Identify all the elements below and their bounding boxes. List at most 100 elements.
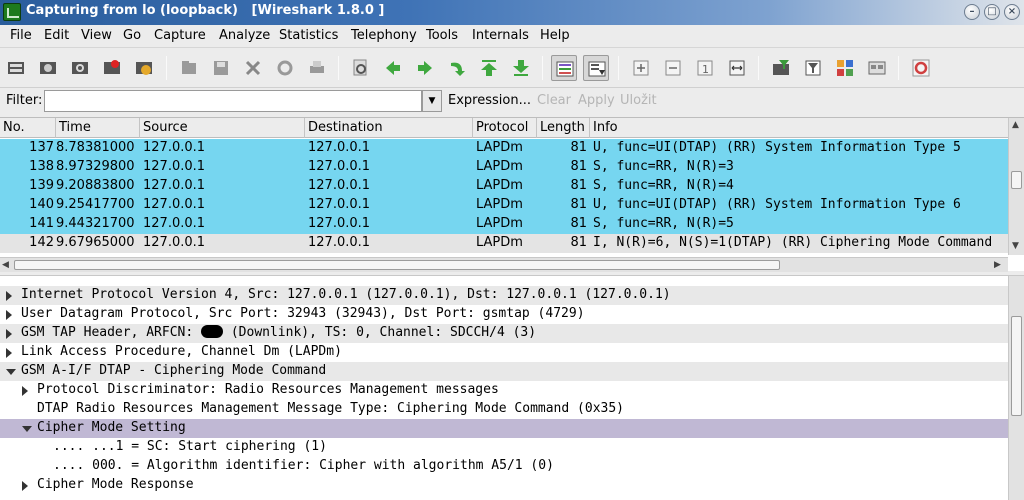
column-header-no[interactable]: No. xyxy=(0,118,56,138)
collapse-arrow-icon[interactable] xyxy=(6,369,16,375)
go-forward-button[interactable] xyxy=(412,55,438,81)
display-filters-button[interactable] xyxy=(800,55,826,81)
packet-cell-dst: 127.0.0.1 xyxy=(308,140,371,155)
packet-cell-len: 81 xyxy=(570,216,587,231)
packet-cell-info: U, func=UI(DTAP) (RR) System Information… xyxy=(593,140,961,155)
packet-row[interactable]: 137 8.78381000 127.0.0.1 127.0.0.1 LAPDm 81 U,… xyxy=(0,139,1008,158)
collapse-arrow-icon[interactable] xyxy=(22,426,32,432)
scroll-left-arrow-icon[interactable]: ◀ xyxy=(2,260,9,270)
menu-statistics[interactable]: Statistics xyxy=(279,28,338,43)
menu-capture[interactable]: Capture xyxy=(154,28,206,43)
save-filter-button[interactable]: Uložit xyxy=(620,93,657,108)
menu-view[interactable]: View xyxy=(81,28,112,43)
expand-arrow-icon[interactable] xyxy=(6,348,12,358)
go-first-button[interactable] xyxy=(476,55,502,81)
menu-help[interactable]: Help xyxy=(540,28,570,43)
print-icon xyxy=(310,61,324,73)
detail-tree-row[interactable]: User Datagram Protocol, Src Port: 32943 … xyxy=(0,305,1008,324)
find-packet-button[interactable] xyxy=(348,55,374,81)
interfaces-button[interactable] xyxy=(3,55,29,81)
open-file-button[interactable] xyxy=(176,55,202,81)
detail-tree-row[interactable]: .... ...1 = SC: Start ciphering (1) xyxy=(0,438,1008,457)
scroll-down-arrow-icon[interactable]: ▼ xyxy=(1012,241,1019,251)
close-button[interactable]: × xyxy=(1004,4,1020,20)
capture-filters-button[interactable] xyxy=(768,55,794,81)
details-vscrollbar[interactable] xyxy=(1008,276,1024,500)
menu-telephony[interactable]: Telephony xyxy=(351,28,417,43)
details-scroll-thumb[interactable] xyxy=(1011,316,1022,416)
auto-scroll-button[interactable] xyxy=(583,55,609,81)
detail-tree-row[interactable]: GSM A-I/F DTAP - Ciphering Mode Command xyxy=(0,362,1008,381)
close-file-button[interactable] xyxy=(240,55,266,81)
packet-cell-proto: LAPDm xyxy=(476,178,523,193)
detail-text: User Datagram Protocol, Src Port: 32943 … xyxy=(21,306,585,321)
capture-options-button[interactable] xyxy=(35,55,61,81)
menu-go[interactable]: Go xyxy=(123,28,141,43)
packet-cell-proto: LAPDm xyxy=(476,216,523,231)
detail-tree-row[interactable]: GSM TAP Header, ARFCN: (Downlink), TS: 0… xyxy=(0,324,1008,343)
menu-internals[interactable]: Internals xyxy=(472,28,529,43)
minimize-button[interactable]: – xyxy=(964,4,980,20)
hscroll-thumb[interactable] xyxy=(14,260,780,270)
detail-tree-row[interactable]: Protocol Discriminator: Radio Resources … xyxy=(0,381,1008,400)
restart-capture-button[interactable] xyxy=(131,55,157,81)
detail-tree-row[interactable]: Cipher Mode Response xyxy=(0,476,1008,495)
column-header-destination[interactable]: Destination xyxy=(305,118,473,138)
coloring-rules-button[interactable] xyxy=(832,55,858,81)
packet-list-hscrollbar[interactable]: ◀ ▶ xyxy=(0,257,1008,272)
packet-row[interactable]: 138 8.97329800 127.0.0.1 127.0.0.1 LAPDm 81 S,… xyxy=(0,158,1008,177)
menu-analyze[interactable]: Analyze xyxy=(219,28,270,43)
go-back-button[interactable] xyxy=(380,55,406,81)
print-button[interactable] xyxy=(304,55,330,81)
packet-row[interactable]: 141 9.44321700 127.0.0.1 127.0.0.1 LAPDm 81 S,… xyxy=(0,215,1008,234)
start-capture-button[interactable] xyxy=(67,55,93,81)
column-header-info[interactable]: Info xyxy=(590,118,1008,138)
go-to-packet-button[interactable] xyxy=(444,55,470,81)
detail-tree-row[interactable]: Internet Protocol Version 4, Src: 127.0.… xyxy=(0,286,1008,305)
colorize-button[interactable] xyxy=(551,55,577,81)
stop-capture-button[interactable] xyxy=(99,55,125,81)
detail-tree-row[interactable]: DTAP Radio Resources Management Message … xyxy=(0,400,1008,419)
normal-size-button[interactable]: 1 xyxy=(692,55,718,81)
help-button[interactable] xyxy=(908,55,934,81)
filter-history-dropdown[interactable]: ▼ xyxy=(422,90,442,112)
scroll-up-arrow-icon[interactable]: ▲ xyxy=(1012,120,1019,130)
detail-tree-row[interactable]: .... 000. = Algorithm identifier: Cipher… xyxy=(0,457,1008,476)
expand-arrow-icon[interactable] xyxy=(22,386,28,396)
detail-tree-row[interactable]: Cipher Mode Setting xyxy=(0,419,1008,438)
maximize-button[interactable]: □ xyxy=(984,4,1000,20)
go-last-button[interactable] xyxy=(508,55,534,81)
menu-file[interactable]: File xyxy=(10,28,32,43)
save-file-button[interactable] xyxy=(208,55,234,81)
expand-arrow-icon[interactable] xyxy=(22,481,28,491)
packet-row[interactable]: 140 9.25417700 127.0.0.1 127.0.0.1 LAPDm 81 U,… xyxy=(0,196,1008,215)
menu-bar: File Edit View Go Capture Analyze Statis… xyxy=(0,25,1024,48)
packet-list: No. Time Source Destination Protocol Len… xyxy=(0,117,1024,272)
column-header-time[interactable]: Time xyxy=(56,118,140,138)
preferences-button[interactable] xyxy=(864,55,890,81)
scroll-right-arrow-icon[interactable]: ▶ xyxy=(994,260,1001,270)
resize-columns-button[interactable] xyxy=(724,55,750,81)
packet-row[interactable]: 139 9.20883800 127.0.0.1 127.0.0.1 LAPDm 81 S,… xyxy=(0,177,1008,196)
column-header-length[interactable]: Length xyxy=(537,118,590,138)
filter-input[interactable] xyxy=(44,90,422,112)
menu-tools[interactable]: Tools xyxy=(426,28,458,43)
column-header-source[interactable]: Source xyxy=(140,118,305,138)
menu-edit[interactable]: Edit xyxy=(44,28,69,43)
expand-arrow-icon[interactable] xyxy=(6,329,12,339)
expand-arrow-icon[interactable] xyxy=(6,310,12,320)
detail-tree-row[interactable]: Link Access Procedure, Channel Dm (LAPDm… xyxy=(0,343,1008,362)
scroll-thumb[interactable] xyxy=(1011,171,1022,189)
zoom-out-button[interactable] xyxy=(660,55,686,81)
expand-arrow-icon[interactable] xyxy=(6,291,12,301)
zoom-in-button[interactable] xyxy=(628,55,654,81)
expression-button[interactable]: Expression... xyxy=(448,93,531,108)
clipped-detail-row xyxy=(0,275,1008,276)
packet-cell-dst: 127.0.0.1 xyxy=(308,216,371,231)
reload-file-button[interactable] xyxy=(272,55,298,81)
clear-button[interactable]: Clear xyxy=(537,93,571,108)
column-header-protocol[interactable]: Protocol xyxy=(473,118,537,138)
packet-row[interactable]: 142 9.67965000 127.0.0.1 127.0.0.1 LAPDm 81 I,… xyxy=(0,234,1008,253)
apply-button[interactable]: Apply xyxy=(578,93,615,108)
packet-list-vscrollbar[interactable]: ▲ ▼ xyxy=(1008,118,1024,255)
